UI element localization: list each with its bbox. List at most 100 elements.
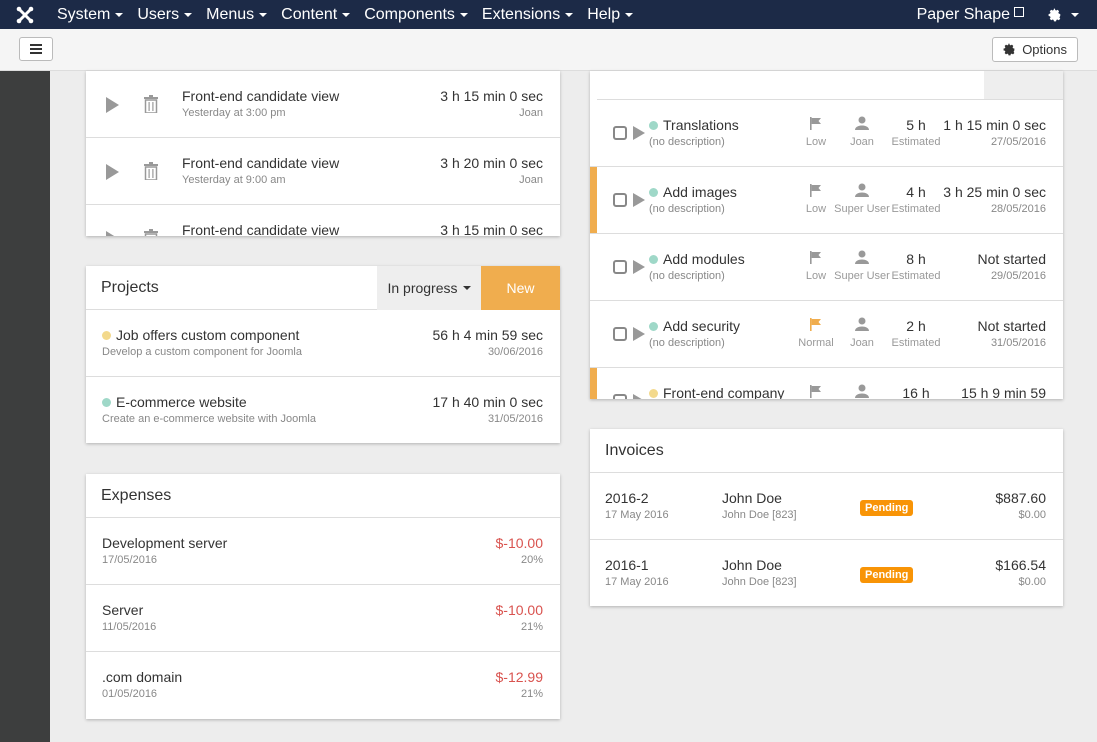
projects-panel: Projects In progress New Job offers cust… — [86, 266, 560, 443]
task-checkbox[interactable] — [613, 260, 627, 274]
project-status-filter[interactable]: In progress — [377, 266, 481, 310]
user-icon — [855, 250, 869, 264]
play-icon[interactable] — [106, 164, 119, 180]
task-date: 28/05/2016 — [990, 203, 1046, 215]
task-name[interactable]: Add modules — [649, 251, 745, 267]
options-button[interactable]: Options — [992, 37, 1078, 62]
status-dot — [102, 331, 111, 340]
task-checkbox[interactable] — [613, 394, 627, 399]
task-row: Add images (no description) Low Super User 4… — [590, 167, 1063, 234]
task-checkbox[interactable] — [613, 327, 627, 341]
task-priority: Low — [805, 136, 827, 148]
top-navbar: System Users Menus Content Components Ex… — [0, 0, 1097, 29]
task-accent-bar — [590, 368, 597, 399]
site-link[interactable]: Paper Shape — [917, 6, 1024, 24]
user-settings-menu[interactable] — [1048, 8, 1079, 22]
tasks-header-button[interactable] — [984, 71, 1063, 99]
menu-components[interactable]: Components — [357, 0, 475, 29]
task-estimate-label: Estimated — [891, 203, 941, 215]
status-dot — [102, 398, 111, 407]
menu-system[interactable]: System — [50, 0, 130, 29]
new-label: New — [506, 280, 535, 296]
task-name[interactable]: Translations — [649, 117, 739, 133]
invoices-title: Invoices — [605, 441, 664, 459]
task-name[interactable]: Add security — [649, 318, 740, 334]
expenses-title: Expenses — [101, 486, 172, 504]
play-icon[interactable] — [633, 327, 645, 341]
invoice-number[interactable]: 2016-1 — [605, 557, 649, 573]
task-checkbox[interactable] — [613, 126, 627, 140]
new-project-button[interactable]: New — [481, 266, 560, 310]
caret-down-icon — [459, 12, 468, 17]
task-user: Super User — [834, 270, 890, 282]
invoice-client: John Doe — [722, 557, 782, 573]
caret-down-icon — [184, 12, 193, 17]
task-desc: (no description) — [649, 136, 725, 148]
timelog-user: Joan — [519, 174, 543, 186]
project-date: 30/06/2016 — [487, 346, 543, 358]
expense-date: 11/05/2016 — [102, 621, 157, 633]
caret-down-icon — [342, 12, 351, 17]
trash-icon[interactable] — [144, 229, 158, 236]
menu-content[interactable]: Content — [274, 0, 357, 29]
timelog-title[interactable]: Front-end candidate view — [182, 155, 339, 171]
task-row: Front-end company 16 h 15 h 9 min 59 — [590, 368, 1063, 399]
task-date: 27/05/2016 — [990, 136, 1046, 148]
task-accent-bar — [590, 167, 597, 233]
menu-users[interactable]: Users — [130, 0, 199, 29]
play-icon[interactable] — [106, 97, 119, 113]
timelog-when: Yesterday at 9:00 am — [182, 174, 286, 186]
flag-icon — [810, 184, 821, 197]
task-desc: (no description) — [649, 270, 725, 282]
play-icon[interactable] — [106, 231, 119, 236]
status-dot — [649, 322, 658, 331]
task-time: 1 h 15 min 0 sec — [943, 117, 1046, 133]
menu-label: Menus — [206, 5, 255, 23]
timelog-title[interactable]: Front-end candidate view — [182, 222, 339, 236]
task-name-text: Front-end company — [663, 385, 785, 399]
task-name[interactable]: Front-end company — [649, 385, 784, 399]
task-name[interactable]: Add images — [649, 184, 737, 200]
timelog-title[interactable]: Front-end candidate view — [182, 88, 339, 104]
options-label: Options — [1022, 42, 1067, 57]
task-time: 15 h 9 min 59 — [961, 385, 1046, 399]
invoice-client-sub: John Doe [823] — [722, 509, 797, 521]
sidebar-toggle-button[interactable] — [19, 37, 53, 61]
expense-name[interactable]: .com domain — [102, 669, 182, 685]
expense-date: 17/05/2016 — [102, 554, 158, 566]
flag-icon — [810, 385, 821, 398]
expense-pct: 20% — [520, 554, 543, 566]
play-icon[interactable] — [633, 260, 645, 274]
status-dot — [649, 389, 658, 398]
menu-label: Content — [281, 5, 338, 23]
timelog-row: Front-end candidate view Yesterday at 3:… — [86, 71, 560, 138]
menu-label: System — [57, 5, 111, 23]
menu-extensions[interactable]: Extensions — [475, 0, 580, 29]
play-icon[interactable] — [633, 193, 645, 207]
project-name[interactable]: E-commerce website — [102, 394, 247, 410]
status-dot — [649, 121, 658, 130]
project-name[interactable]: Job offers custom component — [102, 327, 299, 343]
expense-name[interactable]: Development server — [102, 535, 227, 551]
invoice-date: 17 May 2016 — [605, 576, 669, 588]
caret-down-icon — [625, 12, 634, 17]
tasks-panel: Translations (no description) Low Joan 5 h Es… — [590, 71, 1063, 399]
play-icon[interactable] — [633, 126, 645, 140]
invoice-amount: $887.60 — [995, 490, 1046, 506]
invoice-paid: $0.00 — [1018, 576, 1046, 588]
menu-help[interactable]: Help — [580, 0, 640, 29]
project-name-text: E-commerce website — [116, 394, 247, 410]
expense-name[interactable]: Server — [102, 602, 143, 618]
task-checkbox[interactable] — [613, 193, 627, 207]
external-link-icon — [1014, 6, 1024, 17]
joomla-logo-icon[interactable] — [0, 0, 50, 29]
menu-menus[interactable]: Menus — [199, 0, 274, 29]
menu-label: Users — [137, 5, 180, 23]
task-estimate-label: Estimated — [891, 270, 941, 282]
play-icon[interactable] — [633, 394, 645, 399]
trash-icon[interactable] — [144, 162, 158, 180]
invoice-number[interactable]: 2016-2 — [605, 490, 649, 506]
expense-amount: $-10.00 — [495, 602, 543, 618]
trash-icon[interactable] — [144, 95, 158, 113]
project-row: E-commerce website Create an e-commerce … — [86, 377, 560, 443]
